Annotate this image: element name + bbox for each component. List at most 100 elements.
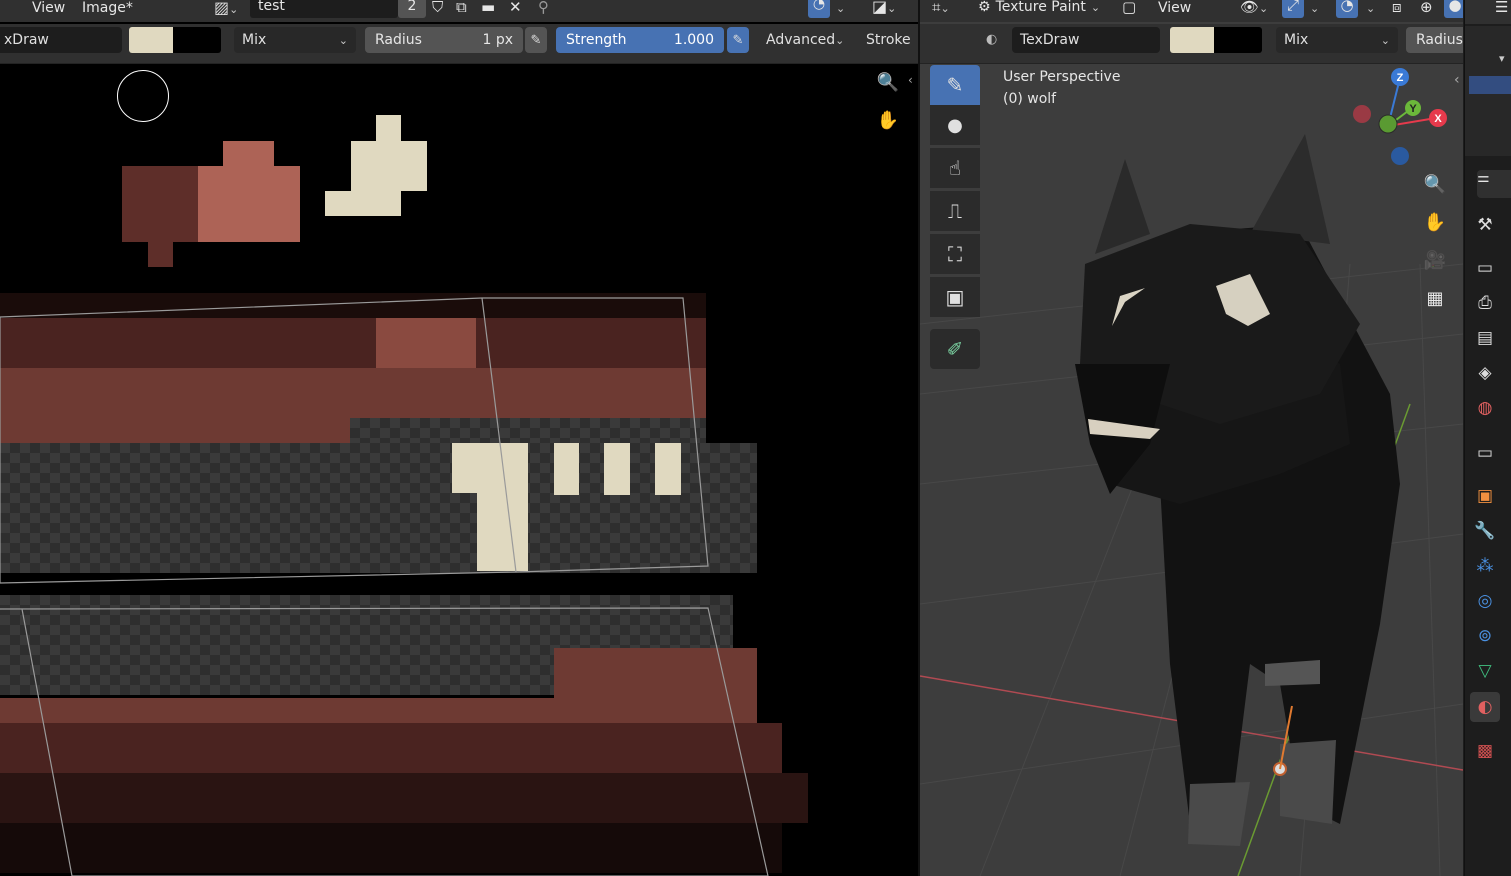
viewport-pan-hand-icon[interactable]: ✋ (1420, 207, 1450, 237)
radius-slider[interactable]: Radius 1 px (365, 27, 523, 53)
tool-properties-icon[interactable]: ⚒ (1470, 210, 1500, 240)
soften-tool-button[interactable]: ● (930, 105, 980, 145)
strength-pressure-icon[interactable]: ✎ (727, 27, 749, 53)
texture-properties-icon[interactable]: ▩ (1470, 736, 1500, 766)
visibility-icon[interactable]: 👁⌄ (1240, 0, 1268, 16)
image-menu[interactable]: Image* (82, 0, 133, 16)
fill-tool-button[interactable]: ⛶ (930, 234, 980, 274)
wireframe-shading-icon[interactable]: ⊕ (1420, 0, 1433, 16)
smear-tool-button[interactable]: ☝ (930, 148, 980, 188)
solid-shading-icon[interactable]: ● (1444, 0, 1463, 18)
3d-scene[interactable] (920, 64, 1463, 876)
gizmo-x-label: X (1434, 113, 1442, 125)
smear-icon: ☝ (948, 156, 962, 180)
physics-properties-icon[interactable]: ◎ (1470, 586, 1500, 616)
constraint-properties-icon[interactable]: ⊚ (1470, 621, 1500, 651)
navigation-gizmo[interactable]: Z X Y (1350, 66, 1450, 166)
advanced-dropdown[interactable]: Advanced ⌄ (758, 27, 852, 53)
drop-icon: ● (947, 114, 963, 136)
primary-color-swatch[interactable] (129, 27, 173, 53)
viewport-color-swatches[interactable] (1170, 27, 1262, 53)
blend-mode-dropdown[interactable]: Mix ⌄ (234, 27, 356, 53)
ortho-toggle-grid-icon[interactable]: ▦ (1420, 283, 1450, 313)
open-image-icon[interactable]: ▬ (481, 0, 495, 16)
outliner-filter-icon[interactable]: ☰ (1495, 0, 1508, 16)
render-properties-icon[interactable]: ▭ (1470, 253, 1500, 283)
mask-tool-button[interactable]: ▣ (930, 277, 980, 317)
brush-preview-icon[interactable]: ◐ (986, 32, 997, 47)
draw-tool-button[interactable]: ✎ (930, 65, 980, 105)
3d-viewport-area[interactable]: ⌗⌄ ⚙ Texture Paint ⌄ ▢ View 👁⌄ ⤢ ⌄ ◔ ⌄ ⧈… (920, 0, 1463, 876)
radius-pressure-icon[interactable]: ✎ (525, 27, 547, 53)
clone-tool-button[interactable]: ⎍ (930, 191, 980, 231)
mode-dropdown[interactable]: ⚙ Texture Paint ⌄ (978, 0, 1112, 18)
overlays-icon[interactable]: ◔ (1336, 0, 1358, 18)
sidebar-toggle-icon[interactable]: ‹ (908, 73, 913, 87)
brush-icon: ✎ (946, 73, 964, 97)
viewport-blend-mode-dropdown[interactable]: Mix ⌄ (1276, 27, 1398, 53)
brush-name-field[interactable]: xDraw (0, 27, 122, 53)
stroke-dropdown[interactable]: Stroke (858, 27, 918, 53)
pin-icon[interactable]: ⚲ (538, 0, 549, 16)
display-channels-icon[interactable]: ◪⌄ (872, 0, 896, 16)
mask-icon: ▣ (945, 285, 965, 309)
viewport-secondary-color-swatch[interactable] (1214, 27, 1262, 53)
data-properties-icon[interactable]: ▽ (1470, 656, 1500, 686)
image-name-field[interactable]: test (250, 0, 398, 18)
pan-hand-icon[interactable]: ✋ (873, 105, 903, 135)
outliner-header: ☰ (1465, 0, 1511, 24)
viewport-sidebar-toggle-icon[interactable]: ‹ (1454, 72, 1460, 88)
wolf-model[interactable] (1075, 134, 1400, 846)
zoom-icon[interactable]: 🔍 (873, 67, 903, 97)
editor-type-icon[interactable]: ⌗⌄ (932, 0, 950, 16)
uv-wireframe (0, 297, 769, 876)
gizmo-y-label: Y (1409, 103, 1417, 115)
fake-user-shield-icon[interactable]: ⛉ (432, 0, 443, 16)
image-browse-icon[interactable]: ▨⌄ (214, 0, 238, 17)
outliner-area[interactable]: ▾ (1465, 26, 1511, 156)
strength-slider[interactable]: Strength 1.000 (556, 27, 724, 53)
viewport-view-menu[interactable]: View (1158, 0, 1191, 16)
paint-mask-icon[interactable]: ▢ (1122, 0, 1136, 16)
output-properties-icon[interactable]: ⎙ (1470, 288, 1500, 318)
outliner-selected-row[interactable] (1469, 76, 1511, 94)
outliner-expand-icon[interactable]: ▾ (1499, 52, 1505, 65)
radius-label: Radius (375, 32, 422, 48)
viewport-primary-color-swatch[interactable] (1170, 27, 1214, 53)
chevron-down-icon: ⌄ (1090, 0, 1101, 14)
color-swatches[interactable] (129, 27, 221, 53)
world-properties-icon[interactable]: ◍ (1470, 393, 1500, 423)
material-properties-icon[interactable]: ◐ (1470, 692, 1500, 722)
uv-sync-icon[interactable]: ◔ (808, 0, 830, 18)
image-editor-area[interactable]: View Image* ▨⌄ test 2 ⛉ ⧉ ▬ ✕ ⚲ ◔ ⌄ ◪⌄ x… (0, 0, 918, 876)
viewport-header: ⌗⌄ ⚙ Texture Paint ⌄ ▢ View 👁⌄ ⤢ ⌄ ◔ ⌄ ⧈… (920, 0, 1463, 22)
image-users-count[interactable]: 2 (398, 0, 426, 18)
annotate-tool-button[interactable]: ✐ (930, 329, 980, 369)
viewport-brush-name-field[interactable]: TexDraw (1012, 27, 1160, 53)
blend-mode-text: Mix (242, 32, 267, 48)
view-menu[interactable]: View (32, 0, 65, 16)
scene-properties-icon[interactable]: ◈ (1470, 358, 1500, 388)
xray-icon[interactable]: ⧈ (1392, 0, 1402, 16)
uv-sync-dropdown-icon[interactable]: ⌄ (836, 2, 845, 15)
secondary-color-swatch[interactable] (173, 27, 221, 53)
close-image-icon[interactable]: ✕ (509, 0, 522, 16)
viewport-zoom-icon[interactable]: 🔍 (1420, 169, 1450, 199)
properties-options-icon[interactable]: ⚌ (1477, 170, 1511, 198)
overlays-dropdown-icon[interactable]: ⌄ (1366, 2, 1375, 15)
collection-properties-icon[interactable]: ▭ (1470, 438, 1500, 468)
advanced-text: Advanced (766, 32, 836, 48)
viewport-radius-slider[interactable]: Radius (1406, 27, 1463, 53)
image-canvas[interactable]: 🔍 ✋ ‹ (0, 65, 918, 876)
gizmo-toggle-icon[interactable]: ⤢ (1282, 0, 1304, 18)
image-name-text: test (258, 0, 285, 14)
object-properties-icon[interactable]: ▣ (1470, 481, 1500, 511)
gizmo-dropdown-icon[interactable]: ⌄ (1310, 2, 1319, 15)
view-layer-icon[interactable]: ▤ (1470, 323, 1500, 353)
camera-view-icon[interactable]: 🎥 (1420, 245, 1450, 275)
modifier-properties-icon[interactable]: 🔧 (1470, 516, 1500, 546)
duplicate-image-icon[interactable]: ⧉ (456, 0, 467, 16)
viewport-tool-settings: ◐ TexDraw Mix ⌄ Radius (920, 24, 1463, 64)
particle-properties-icon[interactable]: ⁂ (1470, 551, 1500, 581)
radius-value: 1 px (482, 32, 513, 48)
